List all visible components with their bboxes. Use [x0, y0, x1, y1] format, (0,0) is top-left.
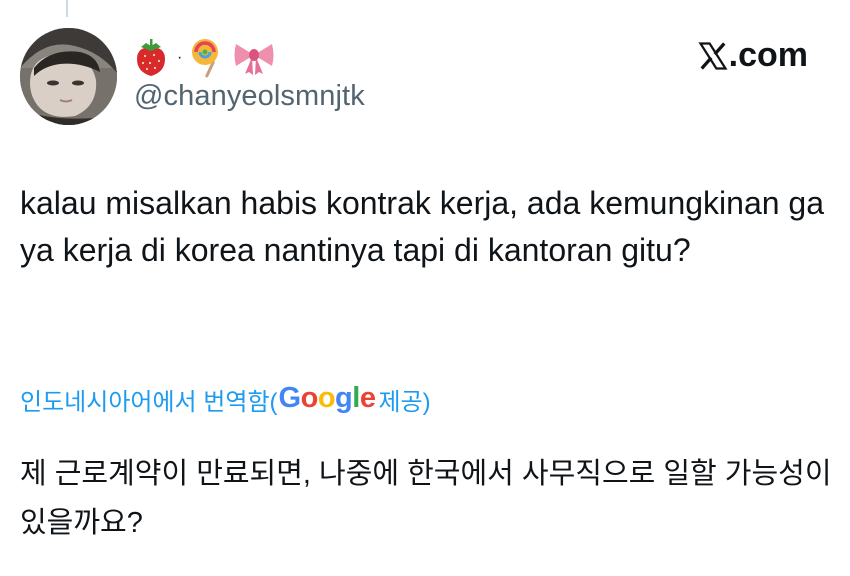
avatar-photo [20, 28, 117, 125]
emoji-separator: · [177, 49, 183, 66]
translation-attribution[interactable]: 인도네시아어에서 번역함( Google 제공) [20, 382, 431, 417]
site-brand: .com [698, 36, 808, 75]
site-domain-suffix: .com [728, 36, 808, 74]
translation-prefix: 인도네시아어에서 번역함( [20, 389, 278, 416]
google-logo-letter: g [335, 382, 353, 414]
author-handle[interactable]: @chanyeolsmnjtk [134, 80, 365, 113]
tweet-text: kalau misalkan habis kontrak kerja, ada … [20, 185, 825, 268]
google-logo-letter: e [359, 382, 376, 414]
display-name-emojis[interactable]: · [134, 38, 275, 78]
google-logo-letter: o [300, 382, 319, 414]
x-logo-icon [698, 41, 728, 70]
google-logo-letter: G [278, 382, 302, 414]
lollipop-icon [192, 39, 219, 78]
strawberry-icon [137, 39, 165, 76]
google-logo-letter: o [317, 382, 336, 414]
ribbon-icon [234, 44, 274, 75]
avatar[interactable] [20, 28, 117, 125]
google-logo-letter: l [352, 382, 360, 414]
thread-connector-line [66, 0, 68, 17]
translation-suffix: 제공) [378, 389, 431, 416]
google-logo: Google [279, 382, 376, 415]
translated-tweet-text: 제 근로계약이 만료되면, 나중에 한국에서 사무직으로 일할 가능성이 있을까… [20, 458, 832, 539]
